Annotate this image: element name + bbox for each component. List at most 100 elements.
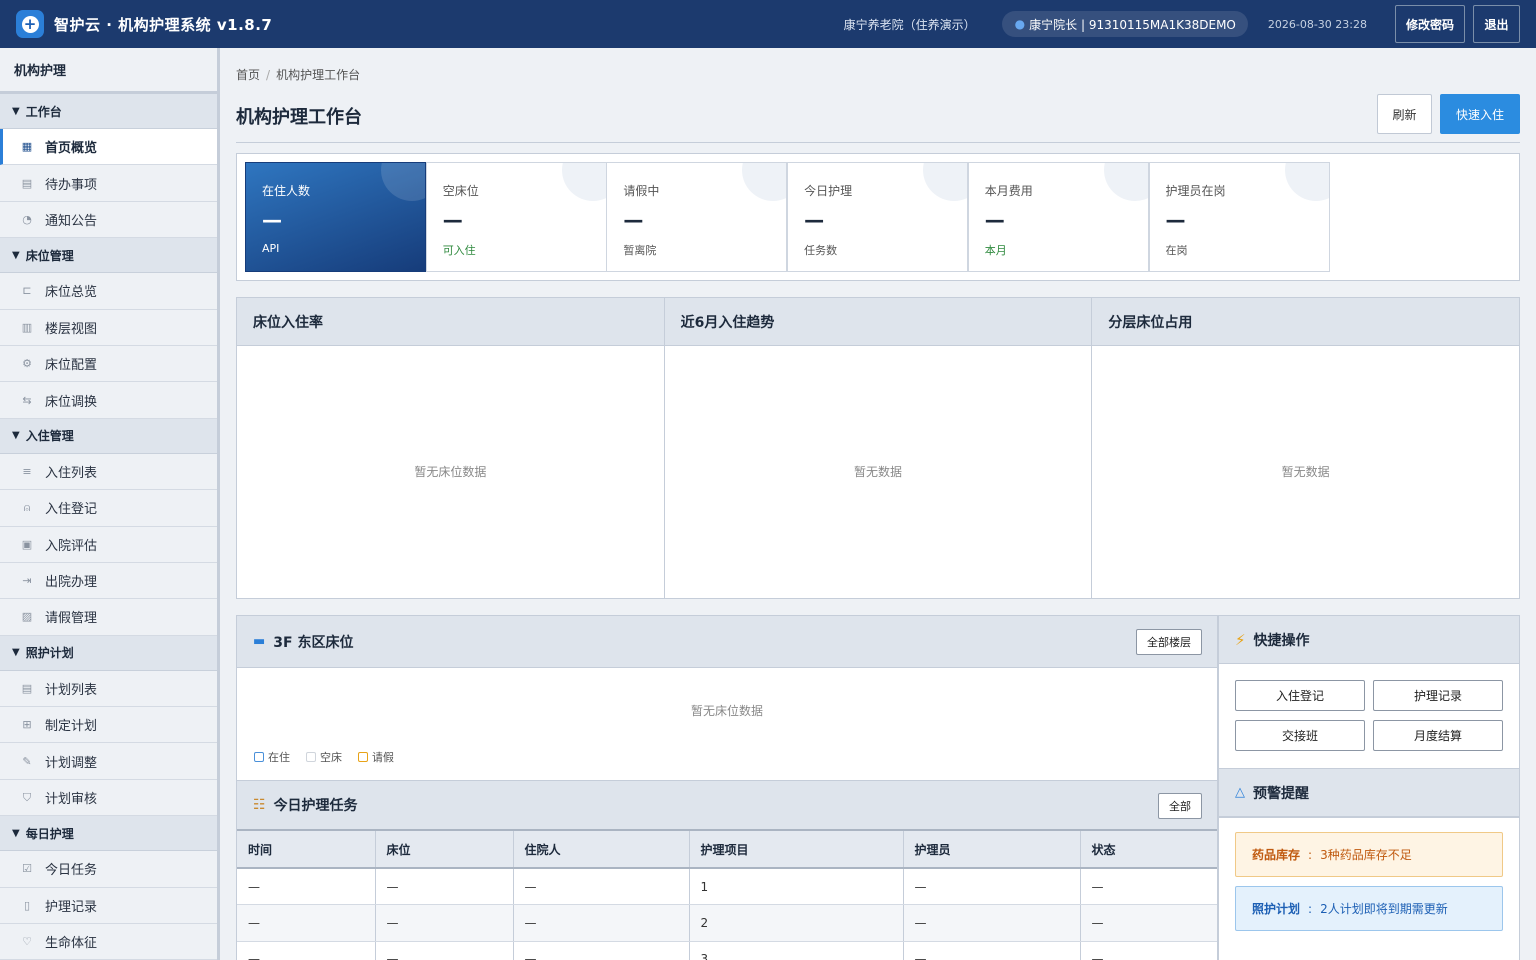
decor-circle [561, 163, 606, 201]
table-row[interactable]: — — —3— — [237, 941, 1217, 960]
chart-empty-text: 暂无床位数据 [414, 465, 487, 479]
table-row[interactable]: — — —2— — [237, 904, 1217, 942]
sidebar-group[interactable]: ▼ 工作台 [0, 94, 217, 129]
stat-value: — [623, 208, 644, 232]
column-header[interactable]: 住院人 [513, 831, 690, 869]
sidebar-item[interactable]: ⚙ 床位配置 [0, 346, 217, 383]
column-header[interactable]: 时间 [237, 831, 376, 869]
sidebar-item[interactable]: ▤ 待办事项 [0, 165, 217, 202]
sidebar-item-label: 今日任务 [45, 863, 98, 879]
sidebar-item[interactable]: ▣ 入院评估 [0, 527, 217, 563]
alerts-header: △ 预警提醒 [1219, 769, 1519, 817]
sidebar-group[interactable]: ▼ 入住管理 [0, 418, 217, 454]
sidebar-group[interactable]: ▼ 照护计划 [0, 635, 217, 671]
stat-label: 在住人数 [262, 184, 311, 198]
bed-empty-text: 暂无床位数据 [690, 704, 763, 718]
column-header[interactable]: 床位 [375, 831, 514, 869]
alert-care-plan[interactable]: 照护计划:2人计划即将到期需更新 [1235, 886, 1503, 931]
sidebar-group[interactable]: ▼ 每日护理 [0, 816, 217, 852]
chart-title: 近6月入住趋势 [664, 298, 1092, 346]
stat-card[interactable]: 护理员在岗 — 在岗 [1148, 162, 1330, 272]
sidebar-item-label: 入住列表 [45, 465, 98, 481]
alert-tag: 照护计划 [1252, 902, 1301, 916]
alert-text: 3种药品库存不足 [1320, 848, 1412, 862]
sidebar-item[interactable]: ▯ 护理记录 [0, 888, 217, 925]
quick-op-checkin-button[interactable]: 入住登记 [1235, 680, 1365, 711]
chart-panel: 分层床位占用 暂无数据 [1092, 298, 1520, 598]
bed-icon: ⊏ [22, 284, 32, 298]
sidebar-item[interactable]: ≡ 入住列表 [0, 454, 217, 491]
quick-ops-title: 快捷操作 [1253, 632, 1310, 649]
alert-medicine-stock[interactable]: 药品库存:3种药品库存不足 [1235, 832, 1503, 877]
decor-circle [1103, 163, 1148, 201]
sidebar-item[interactable]: ▦ 首页概览 [0, 129, 217, 166]
quick-op-care-record-button[interactable]: 护理记录 [1373, 680, 1503, 711]
sidebar-item-label: 楼层视图 [45, 321, 98, 337]
table-cell: — [375, 941, 514, 960]
sidebar-item[interactable]: ⇥ 出院办理 [0, 563, 217, 600]
column-header[interactable]: 状态 [1080, 831, 1217, 869]
stat-value: — [442, 208, 463, 232]
column-header[interactable]: 护理项目 [689, 831, 904, 869]
triangle-down-icon: ▼ [12, 827, 20, 839]
sidebar-item[interactable]: ⛉ 计划审核 [0, 780, 217, 817]
main-content: 首页 / 机构护理工作台 机构护理工作台 刷新 快速入住 在住人数 — API 空床位 — 可… [236, 48, 1520, 960]
table-cell: — [513, 868, 690, 905]
sidebar-item[interactable]: ♡ 生命体征 [0, 924, 217, 960]
refresh-button[interactable]: 刷新 [1377, 94, 1432, 134]
table-cell: — [513, 904, 690, 942]
quick-checkin-button[interactable]: 快速入住 [1440, 94, 1520, 134]
decor-circle [1284, 163, 1329, 201]
decor-circle [742, 163, 787, 201]
shield-icon: ⛉ [22, 790, 32, 804]
stat-card[interactable]: 在住人数 — API [245, 162, 426, 272]
stat-sub: 任务数 [804, 244, 838, 257]
logout-button[interactable]: 退出 [1473, 5, 1520, 43]
all-floors-button[interactable]: 全部楼层 [1136, 629, 1202, 655]
sidebar-item[interactable]: ◔ 通知公告 [0, 202, 217, 239]
decor-circle [381, 163, 425, 201]
stat-label: 请假中 [623, 184, 660, 198]
swap-icon: ⇆ [22, 393, 32, 407]
column-header[interactable]: 护理员 [903, 831, 1081, 869]
sidebar-item[interactable]: ⇆ 床位调换 [0, 382, 217, 419]
table-cell: 3 [689, 941, 904, 960]
stat-card[interactable]: 空床位 — 可入住 [425, 162, 607, 272]
stat-sub: API [262, 242, 280, 255]
stat-value: — [1165, 208, 1186, 232]
stat-card[interactable]: 本月费用 — 本月 [967, 162, 1149, 272]
sidebar-item[interactable]: ▤ 计划列表 [0, 671, 217, 708]
legend-item: 在住 [254, 749, 290, 765]
sidebar-item-label: 床位总览 [45, 285, 98, 301]
quick-ops-header: ⚡ 快捷操作 [1219, 616, 1519, 664]
user-pill[interactable]: ● 康宁院长 | 91310115MA1K38DEMO [1001, 11, 1248, 37]
all-tasks-button[interactable]: 全部 [1158, 793, 1202, 819]
clipboard-icon: ▤ [21, 176, 33, 190]
stat-label: 本月费用 [984, 184, 1033, 198]
stat-sub: 本月 [984, 244, 1007, 257]
page-title: 机构护理工作台 [236, 107, 362, 128]
sidebar-item[interactable]: ⊏ 床位总览 [0, 273, 217, 310]
heart-pulse-icon: ♡ [22, 935, 32, 949]
breadcrumb-separator: / [266, 68, 271, 82]
quick-op-monthly-settlement-button[interactable]: 月度结算 [1373, 720, 1503, 751]
sidebar-item[interactable]: ⊞ 制定计划 [0, 707, 217, 744]
sidebar-group[interactable]: ▼ 床位管理 [0, 238, 217, 274]
sidebar-group-label: 入住管理 [25, 429, 74, 444]
breadcrumb-home[interactable]: 首页 [236, 68, 260, 82]
stat-card[interactable]: 请假中 — 暂离院 [606, 162, 788, 272]
change-password-button[interactable]: 修改密码 [1395, 5, 1465, 43]
legend-swatch [358, 752, 368, 762]
table-cell: 1 [689, 868, 904, 905]
sidebar-item[interactable]: ✎ 计划调整 [0, 743, 217, 780]
stat-card[interactable]: 今日护理 — 任务数 [787, 162, 969, 272]
table-row[interactable]: — — —1— — [237, 868, 1217, 905]
table-cell: — [1080, 904, 1217, 942]
top-bar: + 智护云 · 机构护理系统 v1.8.7 康宁养老院（住养演示） ● 康宁院长… [0, 0, 1536, 48]
sidebar-item[interactable]: ▨ 请假管理 [0, 599, 217, 636]
sidebar-item[interactable]: ⍝ 入住登记 [0, 490, 217, 527]
sidebar-item[interactable]: ☑ 今日任务 [0, 851, 217, 888]
clipboard-icon: ☷ [253, 797, 266, 813]
quick-op-shift-handover-button[interactable]: 交接班 [1235, 720, 1365, 751]
sidebar-item[interactable]: ▥ 楼层视图 [0, 310, 217, 346]
